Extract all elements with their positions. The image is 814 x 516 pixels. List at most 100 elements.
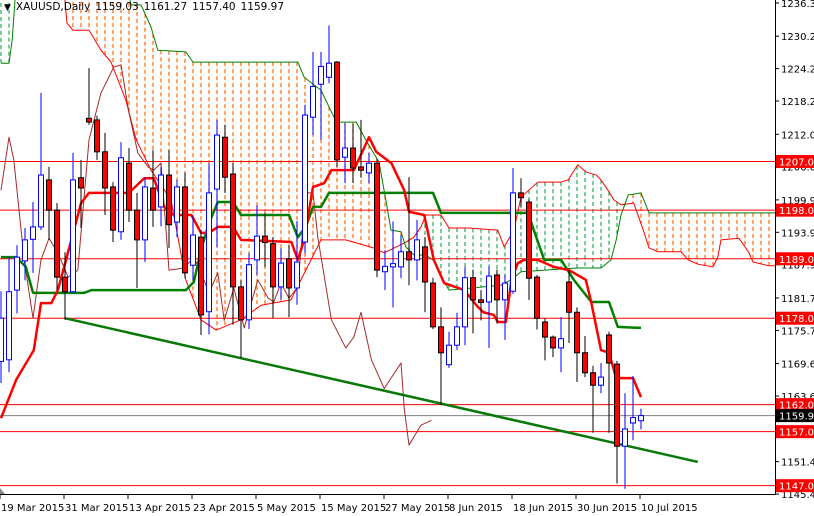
candle: [598, 363, 604, 394]
candle: [222, 124, 228, 193]
level-price-label: 1147.00: [779, 482, 814, 493]
price-tick-label: 1151.45: [781, 458, 814, 469]
candle-body: [14, 256, 20, 291]
candle-body: [446, 344, 452, 366]
senkou-span-a-line: [64, 0, 775, 331]
price-tick-label: 1218.20: [781, 97, 814, 108]
candle-body: [582, 352, 588, 374]
candle-body: [190, 234, 196, 266]
candle: [334, 61, 340, 167]
candle-body: [110, 186, 116, 231]
candle: [142, 177, 148, 263]
candle-body: [414, 239, 420, 261]
candle: [430, 277, 436, 330]
candle: [510, 168, 516, 294]
candle-body: [390, 263, 396, 268]
candle: [422, 237, 428, 313]
level-price-label: 1198.00: [779, 206, 814, 217]
candle-body: [238, 286, 244, 321]
horizontal-levels: [0, 161, 775, 487]
candle-body: [566, 281, 572, 313]
candle: [486, 266, 492, 348]
candle: [398, 235, 404, 279]
candle: [518, 178, 524, 207]
candle: [206, 163, 212, 335]
candle: [190, 215, 196, 281]
candle: [134, 192, 140, 288]
candle: [414, 219, 420, 281]
candle-body: [494, 274, 500, 301]
candle-body: [46, 179, 52, 211]
candle: [542, 318, 548, 361]
candle: [54, 203, 60, 291]
candle: [270, 237, 276, 319]
triangle-down-icon[interactable]: ▼: [4, 3, 11, 13]
candle-body: [486, 275, 492, 303]
candle-body: [318, 65, 324, 85]
date-tick-label: 8 Jun 2015: [449, 503, 503, 514]
date-tick-label: 5 May 2015: [257, 503, 316, 514]
candle: [110, 182, 116, 243]
candle-body: [510, 192, 516, 292]
candle-body: [86, 117, 92, 123]
date-tick-label: 10 Jul 2015: [641, 503, 698, 514]
candle-body: [198, 236, 204, 316]
candle-body: [382, 265, 388, 273]
candle: [278, 247, 284, 300]
candle: [462, 266, 468, 346]
candle: [478, 290, 484, 321]
price-tick-label: 1230.20: [781, 32, 814, 43]
candle: [326, 25, 332, 84]
price-chart[interactable]: 1236.351230.201224.201218.201212.051206.…: [0, 0, 814, 516]
candle-body: [310, 85, 316, 118]
price-tick-label: 1236.35: [781, 0, 814, 10]
date-tick-label: 18 Jun 2015: [513, 503, 573, 514]
candle-body: [262, 235, 268, 244]
candle-body: [6, 291, 12, 361]
candle-body: [526, 201, 532, 279]
candle-body: [366, 162, 372, 174]
candle-body: [30, 226, 36, 240]
candle-body: [134, 209, 140, 241]
candle: [286, 245, 292, 318]
candle: [6, 257, 12, 373]
candle-body: [398, 251, 404, 268]
candle: [630, 376, 636, 441]
candlesticks: [0, 25, 644, 489]
level-price-label: 1157.00: [779, 428, 814, 439]
candle-body: [78, 177, 84, 189]
date-tick-label: 30 Jun 2015: [577, 503, 637, 514]
candle-body: [550, 336, 556, 349]
candle-body: [606, 334, 612, 364]
candle: [550, 335, 556, 358]
symbol-label: XAUUSD,Daily: [15, 1, 91, 13]
chart-header: ▼ XAUUSD,Daily 1159.03 1161.27 1157.40 1159.9…: [4, 1, 289, 13]
candle-body: [518, 192, 524, 199]
open-value: 1159.03: [95, 1, 139, 13]
candle: [574, 307, 580, 382]
candle: [614, 360, 620, 484]
chart-shift-marker[interactable]: [0, 488, 5, 494]
candle-body: [454, 326, 460, 346]
candle: [46, 166, 52, 240]
candle-body: [38, 174, 44, 228]
candle-body: [142, 186, 148, 241]
candle-body: [614, 363, 620, 447]
date-tick-label: 19 Mar 2015: [1, 503, 64, 514]
candle-body: [94, 119, 100, 153]
level-price-label: 1189.00: [779, 255, 814, 266]
candle-body: [222, 136, 228, 178]
candle-body: [622, 428, 628, 447]
candle: [198, 230, 204, 335]
candle-body: [174, 186, 180, 223]
candle-body: [598, 376, 604, 386]
candle: [0, 291, 4, 384]
price-tick-label: 1212.05: [781, 130, 814, 141]
high-value: 1161.27: [143, 1, 188, 13]
candle: [126, 148, 132, 223]
candle-body: [406, 251, 412, 261]
date-tick-label: 23 Apr 2015: [193, 503, 255, 514]
candle: [374, 158, 380, 278]
candle: [590, 365, 596, 433]
candle-body: [478, 299, 484, 304]
